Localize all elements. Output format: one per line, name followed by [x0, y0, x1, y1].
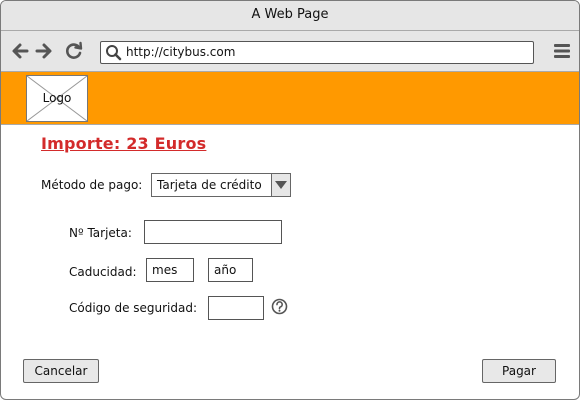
payment-method-label: Método de pago: — [41, 178, 143, 192]
card-number-field[interactable] — [144, 220, 282, 244]
amount-heading: Importe: 23 Euros — [41, 134, 207, 153]
chevron-down-icon — [275, 181, 287, 189]
browser-window: A Web Page http://citybus.com Logo Impor… — [0, 0, 580, 400]
card-number-label: Nº Tarjeta: — [69, 226, 132, 240]
pay-button[interactable]: Pagar — [482, 359, 556, 383]
payment-method-value: Tarjeta de crédito — [157, 178, 262, 192]
arrow-left-icon[interactable] — [10, 41, 30, 61]
expiry-month-field[interactable]: mes — [146, 258, 194, 282]
expiry-label: Caducidad: — [69, 265, 137, 279]
expiry-year-field[interactable]: año — [208, 258, 253, 282]
question-circle-icon[interactable] — [271, 298, 288, 315]
window-titlebar: A Web Page — [1, 1, 579, 31]
cancel-button[interactable]: Cancelar — [23, 359, 99, 383]
hamburger-menu-icon[interactable] — [552, 41, 572, 61]
security-code-field[interactable] — [208, 296, 264, 320]
expiry-month-value: mes — [152, 263, 178, 277]
refresh-icon[interactable] — [64, 41, 84, 61]
search-icon — [106, 45, 122, 61]
payment-method-select[interactable]: Tarjeta de crédito — [151, 173, 291, 197]
arrow-right-icon[interactable] — [34, 41, 54, 61]
url-text: http://citybus.com — [126, 45, 236, 59]
dropdown-arrow-button[interactable] — [271, 174, 290, 196]
logo-label: Logo — [42, 91, 72, 105]
expiry-year-value: año — [214, 263, 237, 277]
logo-placeholder: Logo — [26, 75, 88, 122]
url-bar[interactable]: http://citybus.com — [100, 41, 534, 64]
window-title: A Web Page — [251, 7, 329, 22]
security-code-label: Código de seguridad: — [69, 301, 198, 315]
browser-toolbar: http://citybus.com — [1, 31, 579, 72]
